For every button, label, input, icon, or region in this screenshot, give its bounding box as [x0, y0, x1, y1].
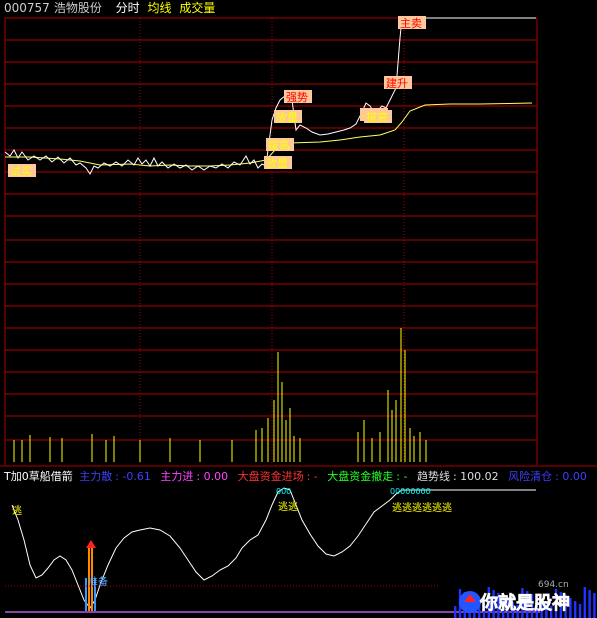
- watermark-logo: 你就是股神: [454, 587, 596, 618]
- indicator-field-4: 趋势线: 100.02: [416, 470, 499, 483]
- volume-bars: [13, 328, 427, 462]
- chart-header: 000757 浩物股份 分时 均线 成交量: [4, 1, 219, 15]
- price-grid: [0, 17, 597, 467]
- signal-tag-text: 放量: [276, 110, 298, 124]
- indicator-field-0: 主力散: -0.61: [79, 470, 151, 483]
- indicator-mark: 准备: [88, 575, 108, 588]
- indicator-field-5: 风险清仓: 0.00: [508, 470, 587, 483]
- indicator-field-3: 大盘资金撤走: -: [327, 470, 408, 483]
- indicator-mark: 逃逃: [278, 500, 298, 513]
- indicator-field-2: 大盘资金进场: -: [237, 470, 318, 483]
- mode-label[interactable]: 分时: [116, 1, 140, 15]
- watermark-bar: [574, 601, 577, 618]
- watermark-bar: [588, 590, 591, 618]
- indicator-mark: 逃逃逃逃逃逃: [392, 501, 452, 514]
- indicator-header: T加0草船借箭 主力散: -0.61 主力进: 0.00 大盘资金进场: - 大…: [4, 470, 593, 483]
- avg-line-label[interactable]: 均线: [148, 1, 172, 15]
- watermark-site: 694.cn: [538, 580, 569, 590]
- indicator-mark: 00000000: [390, 487, 431, 496]
- signal-tag-text: 拔高: [366, 110, 388, 124]
- signal-tag-text: 强势: [286, 91, 308, 104]
- signal-tag-text: 主卖: [400, 17, 422, 30]
- indicator-mark: 逃: [12, 504, 22, 517]
- signal-tag-text: 试买: [10, 165, 32, 178]
- signal-tag-text: 放量: [266, 156, 288, 170]
- indicator-field-1: 主力进: 0.00: [160, 470, 229, 483]
- chart-canvas: 试买放量放量强势拔高拔高拔高建升主卖 逃逃逃逃逃逃逃逃逃准备0000000000…: [0, 16, 597, 613]
- indicator-mark: 000: [276, 487, 291, 496]
- volume-label[interactable]: 成交量: [179, 1, 215, 15]
- watermark-bar: [578, 604, 582, 618]
- indicator-marks: 逃逃逃 逃逃逃逃逃逃准备000 00000000: [12, 487, 452, 588]
- watermark-bar: [583, 587, 586, 618]
- watermark-text: 你就是股神: [479, 592, 570, 614]
- watermark-bar: [593, 593, 596, 618]
- signal-tag-text: 拔高: [268, 138, 290, 152]
- signal-tag-text: 建升: [386, 76, 408, 90]
- up-arrow-icon: [86, 540, 96, 548]
- indicator-name[interactable]: T加0草船借箭: [4, 470, 73, 483]
- watermark-bar: [454, 606, 457, 618]
- stock-code[interactable]: 000757: [4, 1, 50, 15]
- stock-name[interactable]: 浩物股份: [54, 1, 102, 15]
